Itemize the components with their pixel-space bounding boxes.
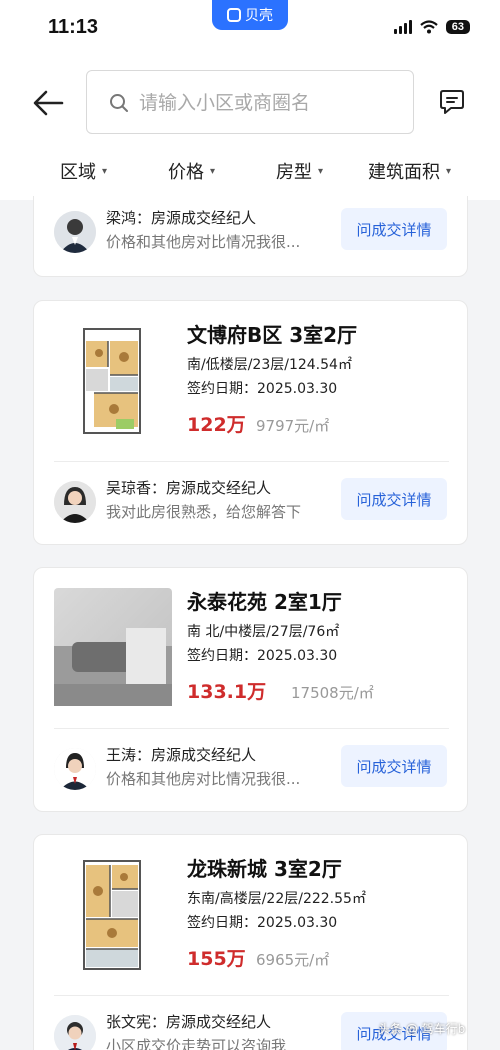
- avatar: [54, 1015, 96, 1050]
- filter-layout[interactable]: 房型 ▾: [276, 158, 323, 184]
- agent-row[interactable]: 王涛：房源成交经纪人 价格和其他房对比情况我很... 问成交详情: [34, 730, 469, 810]
- listing-unit-price: 9797元/㎡: [256, 417, 330, 435]
- wifi-icon: [420, 20, 438, 34]
- agent-note: 我对此房很熟悉，给您解答下: [106, 503, 302, 521]
- message-icon[interactable]: [438, 88, 466, 116]
- avatar: [54, 481, 96, 523]
- agent-note: 价格和其他房对比情况我很...: [106, 770, 301, 788]
- listing-meta: 东南/高楼层/22层/222.55㎡: [187, 891, 366, 907]
- floorplan-icon: [54, 321, 172, 439]
- filter-size[interactable]: 建筑面积 ▾: [368, 158, 451, 184]
- agent-name: 梁鸿：房源成交经纪人: [106, 209, 257, 227]
- divider: [54, 461, 449, 462]
- signal-icon: [393, 20, 412, 34]
- listing-card[interactable]: 永泰花苑 2室1厅 南 北/中楼层/27层/76㎡ 签约日期：2025.03.3…: [33, 567, 468, 812]
- ask-deal-details-button[interactable]: 问成交详情: [341, 745, 447, 787]
- avatar: [54, 211, 96, 253]
- listing-card[interactable]: 文博府B区 3室2厅 南/低楼层/23层/124.54㎡ 签约日期：2025.0…: [33, 300, 468, 545]
- back-arrow-icon[interactable]: [32, 88, 66, 118]
- listing-date: 签约日期：2025.03.30: [187, 648, 338, 664]
- listing-title: 永泰花苑 2室1厅: [187, 590, 342, 614]
- listing-price: 155万: [187, 948, 246, 970]
- listing-price: 133.1万: [187, 681, 267, 703]
- search-input[interactable]: [139, 89, 399, 117]
- listing-meta: 南/低楼层/23层/124.54㎡: [187, 357, 352, 373]
- listing-unit-price: 17508元/㎡: [291, 684, 374, 702]
- listing-date: 签约日期：2025.03.30: [187, 915, 338, 931]
- chevron-down-icon: ▾: [318, 165, 324, 177]
- chevron-down-icon: ▾: [210, 165, 216, 177]
- filter-label: 建筑面积: [368, 162, 440, 183]
- listing-card[interactable]: 梁鸿：房源成交经纪人 价格和其他房对比情况我很... 问成交详情: [33, 196, 468, 277]
- listing-meta: 南 北/中楼层/27层/76㎡: [187, 624, 340, 640]
- filter-label: 价格: [168, 162, 204, 183]
- agent-note: 小区成交价走势可以咨询我: [106, 1037, 287, 1050]
- agent-name: 吴琼香：房源成交经纪人: [106, 479, 272, 497]
- listing-photo: [54, 588, 172, 706]
- top-bar: 11:13 贝壳 63 区域: [0, 0, 500, 200]
- agent-name: 王涛：房源成交经纪人: [106, 746, 257, 764]
- status-time: 11:13: [48, 16, 99, 38]
- chevron-down-icon: ▾: [102, 165, 108, 177]
- filter-label: 房型: [276, 162, 312, 183]
- divider: [54, 728, 449, 729]
- agent-row[interactable]: 吴琼香：房源成交经纪人 我对此房很熟悉，给您解答下 问成交详情: [34, 463, 469, 543]
- listing-list[interactable]: 梁鸿：房源成交经纪人 价格和其他房对比情况我很... 问成交详情 文博府B区 3…: [0, 196, 500, 1050]
- avatar: [54, 748, 96, 790]
- app-badge[interactable]: 贝壳: [212, 0, 288, 30]
- chevron-down-icon: ▾: [446, 165, 452, 177]
- ask-deal-details-button[interactable]: 问成交详情: [341, 208, 447, 250]
- filter-label: 区域: [60, 162, 96, 183]
- search-icon: [110, 94, 128, 112]
- listing-title: 龙珠新城 3室2厅: [187, 857, 342, 881]
- agent-row[interactable]: 梁鸿：房源成交经纪人 价格和其他房对比情况我很... 问成交详情: [34, 196, 469, 273]
- search-box[interactable]: [86, 70, 414, 134]
- listing-date: 签约日期：2025.03.30: [187, 381, 338, 397]
- agent-note: 价格和其他房对比情况我很...: [106, 233, 301, 251]
- status-bar: 11:13 贝壳 63: [0, 0, 500, 56]
- system-icons: 63: [393, 20, 470, 34]
- app-name: 贝壳: [245, 8, 273, 24]
- divider: [54, 995, 449, 996]
- filter-price[interactable]: 价格 ▾: [168, 158, 215, 184]
- listing-title: 文博府B区 3室2厅: [187, 323, 358, 347]
- agent-name: 张文宪：房源成交经纪人: [106, 1013, 272, 1031]
- watermark: 头条 @ 驾车行b: [378, 1022, 466, 1036]
- filter-bar: 区域 ▾ 价格 ▾ 房型 ▾ 建筑面积 ▾: [0, 158, 500, 188]
- listing-price: 122万: [187, 414, 246, 436]
- battery-indicator: 63: [445, 20, 470, 34]
- listing-unit-price: 6965元/㎡: [256, 951, 330, 969]
- floorplan-icon: [54, 855, 172, 973]
- listing-card[interactable]: 龙珠新城 3室2厅 东南/高楼层/22层/222.55㎡ 签约日期：2025.0…: [33, 834, 468, 1050]
- filter-area[interactable]: 区域 ▾: [60, 158, 107, 184]
- beike-logo-icon: [227, 8, 241, 22]
- ask-deal-details-button[interactable]: 问成交详情: [341, 478, 447, 520]
